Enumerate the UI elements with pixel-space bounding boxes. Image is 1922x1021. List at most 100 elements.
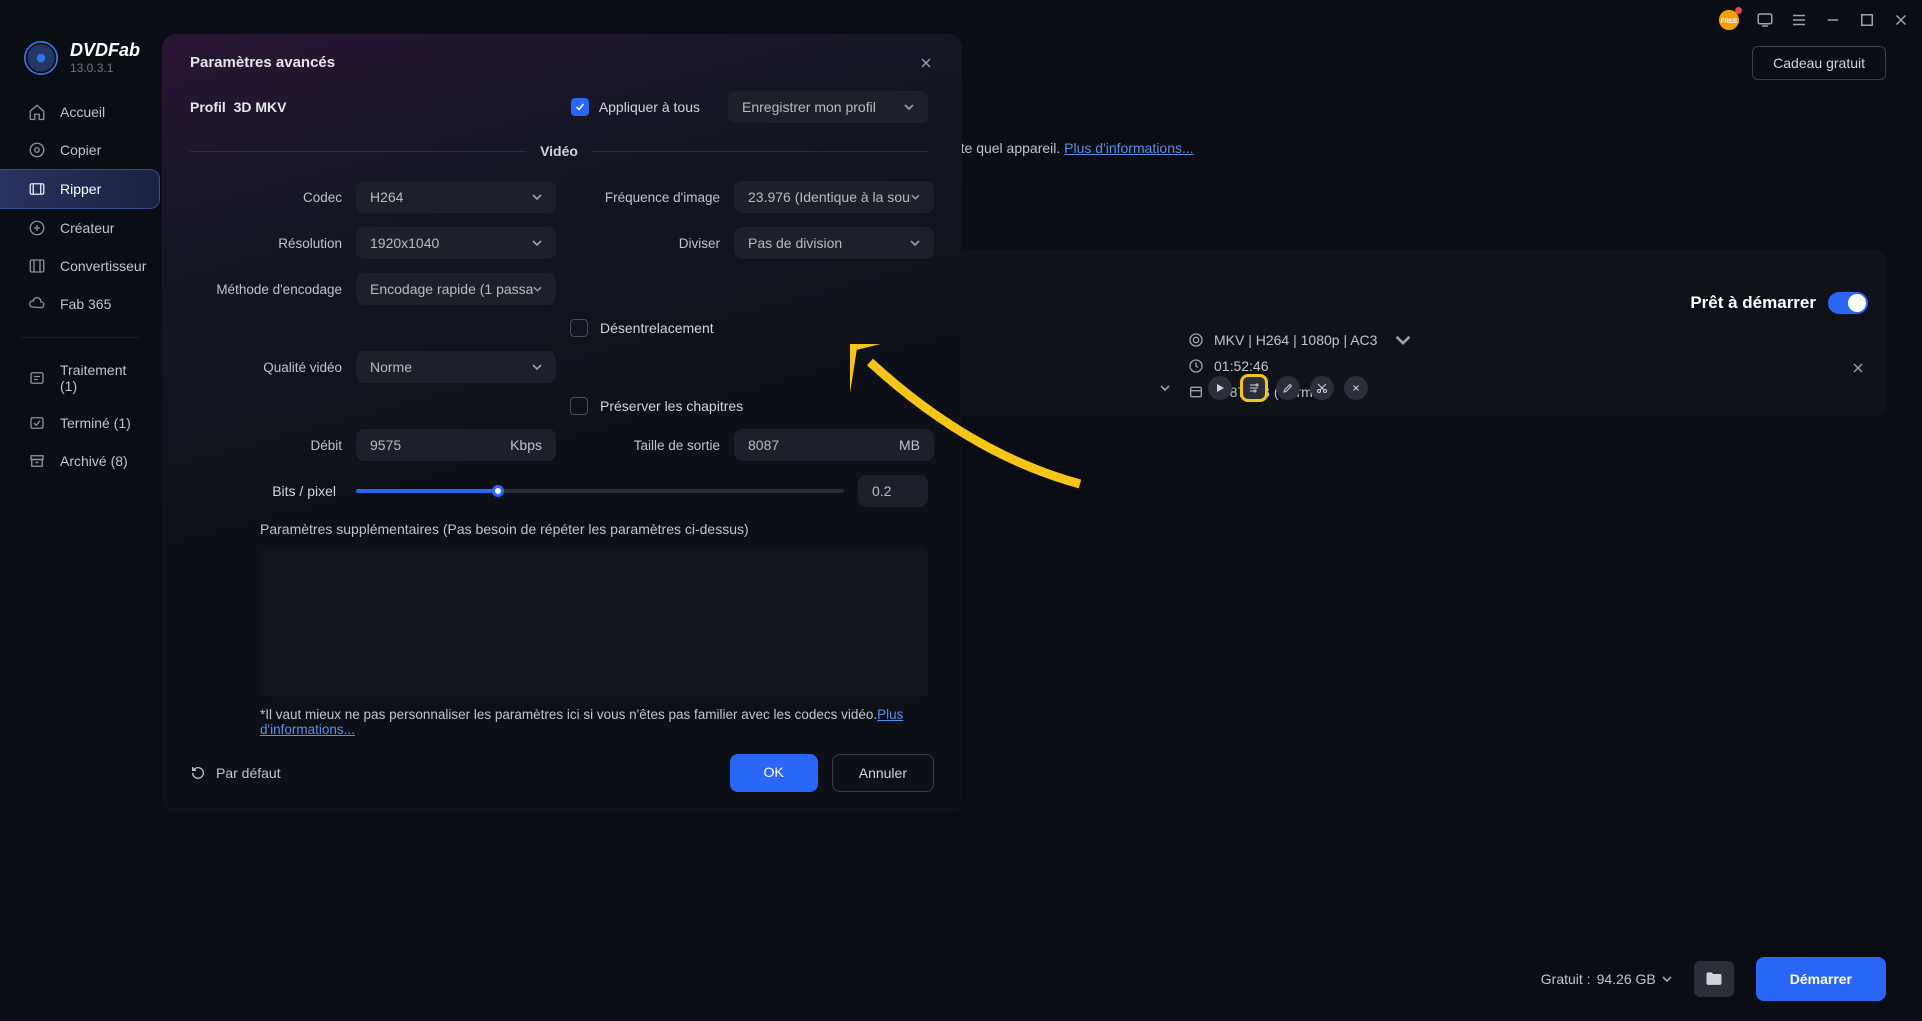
delete-button[interactable] <box>1344 376 1368 400</box>
sidebar-item-label: Fab 365 <box>60 296 111 312</box>
modal-title: Paramètres avancés <box>190 54 335 71</box>
chevron-down-icon <box>533 284 542 294</box>
sidebar-item-label: Archivé (8) <box>60 453 128 469</box>
ready-label: Prêt à démarrer <box>1690 293 1816 313</box>
sidebar-item-processing[interactable]: Traitement (1) <box>0 352 160 404</box>
preserve-chapters-checkbox[interactable]: Préserver les chapitres <box>570 397 934 415</box>
output-folder-button[interactable] <box>1694 961 1734 997</box>
sidebar-divider <box>20 337 140 338</box>
codec-label: Codec <box>190 190 342 205</box>
deinterlace-checkbox[interactable]: Désentrelacement <box>570 319 934 337</box>
product-name: DVDFab <box>70 40 140 61</box>
theme-icon[interactable] <box>1756 11 1774 29</box>
sidebar-item-label: Ripper <box>60 181 101 197</box>
sidebar-item-copy[interactable]: Copier <box>0 131 160 169</box>
extras-textarea[interactable] <box>260 547 928 697</box>
chevron-down-icon <box>911 192 920 202</box>
ripper-icon <box>28 180 46 198</box>
extras-label: Paramètres supplémentaires (Pas besoin d… <box>190 521 928 537</box>
ok-button[interactable]: OK <box>730 754 818 792</box>
sidebar-item-done[interactable]: Terminé (1) <box>0 404 160 442</box>
format-dropdown[interactable]: MKV | H264 | 1080p | AC3 <box>1188 332 1868 348</box>
quality-label: Qualité vidéo <box>190 360 342 375</box>
sidebar-item-fab365[interactable]: Fab 365 <box>0 285 160 323</box>
framerate-dropdown[interactable]: 23.976 (Identique à la source) <box>734 181 934 213</box>
refresh-icon <box>190 765 206 781</box>
close-window-icon[interactable] <box>1892 11 1910 29</box>
split-dropdown[interactable]: Pas de division <box>734 227 934 259</box>
chevron-down-icon <box>1662 974 1672 984</box>
reset-button[interactable]: Par défaut <box>190 765 281 781</box>
bpp-label: Bits / pixel <box>190 483 342 499</box>
menu-icon[interactable] <box>1790 11 1808 29</box>
processing-icon <box>28 369 46 387</box>
svg-text:FREE: FREE <box>1720 18 1738 25</box>
bitrate-input[interactable]: Kbps <box>356 429 556 461</box>
app-logo: DVDFab 13.0.3.1 <box>0 40 160 93</box>
sidebar-item-creator[interactable]: Créateur <box>0 209 160 247</box>
framerate-label: Fréquence d'image <box>570 190 720 205</box>
outsize-label: Taille de sortie <box>570 438 720 453</box>
sidebar: DVDFab 13.0.3.1 Accueil Copier Ripper Cr… <box>0 40 160 1021</box>
converter-icon <box>28 257 46 275</box>
close-modal-button[interactable] <box>918 55 934 71</box>
save-profile-dropdown[interactable]: Enregistrer mon profil <box>728 91 928 123</box>
sidebar-item-label: Convertisseur <box>60 258 146 274</box>
sidebar-item-label: Terminé (1) <box>60 415 131 431</box>
chevron-down-icon <box>1395 332 1411 348</box>
sidebar-item-label: Créateur <box>60 220 114 236</box>
sidebar-item-label: Accueil <box>60 104 105 120</box>
free-space-indicator[interactable]: Gratuit : 94.26 GB <box>1541 971 1672 987</box>
clock-icon <box>1188 358 1204 374</box>
home-icon <box>28 103 46 121</box>
cancel-button[interactable]: Annuler <box>832 754 934 792</box>
sidebar-item-converter[interactable]: Convertisseur <box>0 247 160 285</box>
chevron-down-icon[interactable] <box>1160 383 1170 393</box>
maximize-icon[interactable] <box>1858 11 1876 29</box>
job-actions <box>1160 376 1368 400</box>
encoding-dropdown[interactable]: Encodage rapide (1 passage) <box>356 273 556 305</box>
logo-icon <box>24 41 58 75</box>
resolution-dropdown[interactable]: 1920x1040 <box>356 227 556 259</box>
disc-copy-icon <box>28 141 46 159</box>
free-badge-icon[interactable]: FREE <box>1718 9 1740 31</box>
bitrate-label: Débit <box>190 438 342 453</box>
duration-value: 01:52:46 <box>1188 358 1868 374</box>
chevron-down-icon <box>532 238 542 248</box>
sidebar-item-ripper[interactable]: Ripper <box>0 169 160 209</box>
chevron-down-icon <box>910 238 920 248</box>
advanced-settings-button[interactable] <box>1242 376 1266 400</box>
quality-dropdown[interactable]: Norme <box>356 351 556 383</box>
outsize-input[interactable]: MB <box>734 429 934 461</box>
profile-label: Profil 3D MKV <box>190 99 286 115</box>
target-icon <box>1188 332 1204 348</box>
archive-icon <box>28 452 46 470</box>
start-button[interactable]: Démarrer <box>1756 957 1886 1001</box>
advanced-settings-modal: Paramètres avancés Profil 3D MKV Appliqu… <box>162 34 962 814</box>
done-icon <box>28 414 46 432</box>
split-label: Diviser <box>570 236 720 251</box>
sidebar-item-home[interactable]: Accueil <box>0 93 160 131</box>
bpp-slider[interactable] <box>356 489 844 493</box>
more-info-link[interactable]: Plus d'informations... <box>1064 140 1194 156</box>
sidebar-item-archived[interactable]: Archivé (8) <box>0 442 160 480</box>
chevron-down-icon <box>904 102 914 112</box>
creator-icon <box>28 219 46 237</box>
ready-toggle[interactable] <box>1828 292 1868 314</box>
apply-all-checkbox[interactable]: Appliquer à tous <box>571 98 700 116</box>
codec-warning: *Il vaut mieux ne pas personnaliser les … <box>260 707 928 736</box>
codec-dropdown[interactable]: H264 <box>356 181 556 213</box>
resolution-label: Résolution <box>190 236 342 251</box>
sidebar-item-label: Traitement (1) <box>60 362 144 394</box>
video-section-header: Vidéo <box>190 143 928 159</box>
play-button[interactable] <box>1208 376 1232 400</box>
chevron-down-icon <box>532 192 542 202</box>
cloud-icon <box>28 295 46 313</box>
bpp-value-input[interactable] <box>858 475 928 507</box>
chevron-down-icon <box>532 362 542 372</box>
edit-button[interactable] <box>1276 376 1300 400</box>
encoding-label: Méthode d'encodage <box>190 282 342 297</box>
minimize-icon[interactable] <box>1824 11 1842 29</box>
remove-job-button[interactable] <box>1850 360 1866 376</box>
cut-button[interactable] <box>1310 376 1334 400</box>
